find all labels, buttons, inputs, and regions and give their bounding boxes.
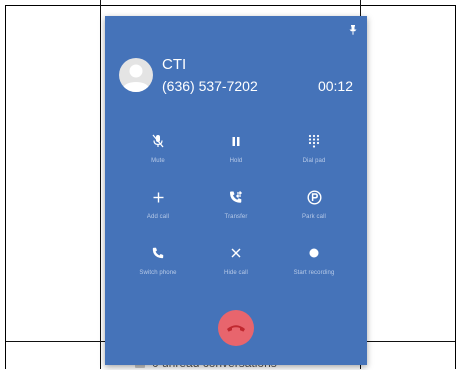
background-divider-left: [100, 0, 101, 369]
phone-icon: [118, 244, 198, 262]
action-label: Hold: [229, 158, 243, 164]
action-label: Dial pad: [302, 158, 326, 164]
hang-up-button[interactable]: [218, 310, 254, 346]
dialpad-icon: [274, 132, 354, 150]
call-timer: 00:12: [317, 78, 353, 94]
mic-off-icon: [118, 132, 198, 150]
action-label: Add call: [146, 214, 170, 220]
hang-up-icon: [227, 325, 245, 332]
hold-button[interactable]: Hold: [196, 132, 276, 164]
action-label: Start recording: [293, 270, 335, 276]
close-icon: [196, 244, 276, 262]
action-label: Transfer: [224, 214, 248, 220]
action-label: Mute: [151, 158, 165, 164]
caller-number: (636) 537-7202: [162, 78, 258, 94]
plus-icon: [118, 188, 198, 206]
action-label: Switch phone: [139, 270, 177, 276]
action-label: Hide call: [224, 270, 248, 276]
switch-phone-button[interactable]: Switch phone: [118, 244, 198, 276]
dial-pad-button[interactable]: Dial pad: [274, 132, 354, 164]
action-label: Park call: [302, 214, 326, 220]
avatar: [119, 58, 153, 92]
add-call-button[interactable]: Add call: [118, 188, 198, 220]
record-icon: [274, 244, 354, 262]
caller-name: CTI: [162, 56, 187, 73]
call-panel: CTI (636) 537-7202 00:12 Mute Hold Dial …: [105, 16, 367, 365]
mute-button[interactable]: Mute: [118, 132, 198, 164]
pin-icon[interactable]: [349, 22, 357, 40]
transfer-button[interactable]: Transfer: [196, 188, 276, 220]
hide-call-button[interactable]: Hide call: [196, 244, 276, 276]
park-call-button[interactable]: Park call: [274, 188, 354, 220]
start-recording-button[interactable]: Start recording: [274, 244, 354, 276]
park-icon: [274, 188, 354, 206]
transfer-call-icon: [196, 188, 276, 206]
pause-icon: [196, 132, 276, 150]
